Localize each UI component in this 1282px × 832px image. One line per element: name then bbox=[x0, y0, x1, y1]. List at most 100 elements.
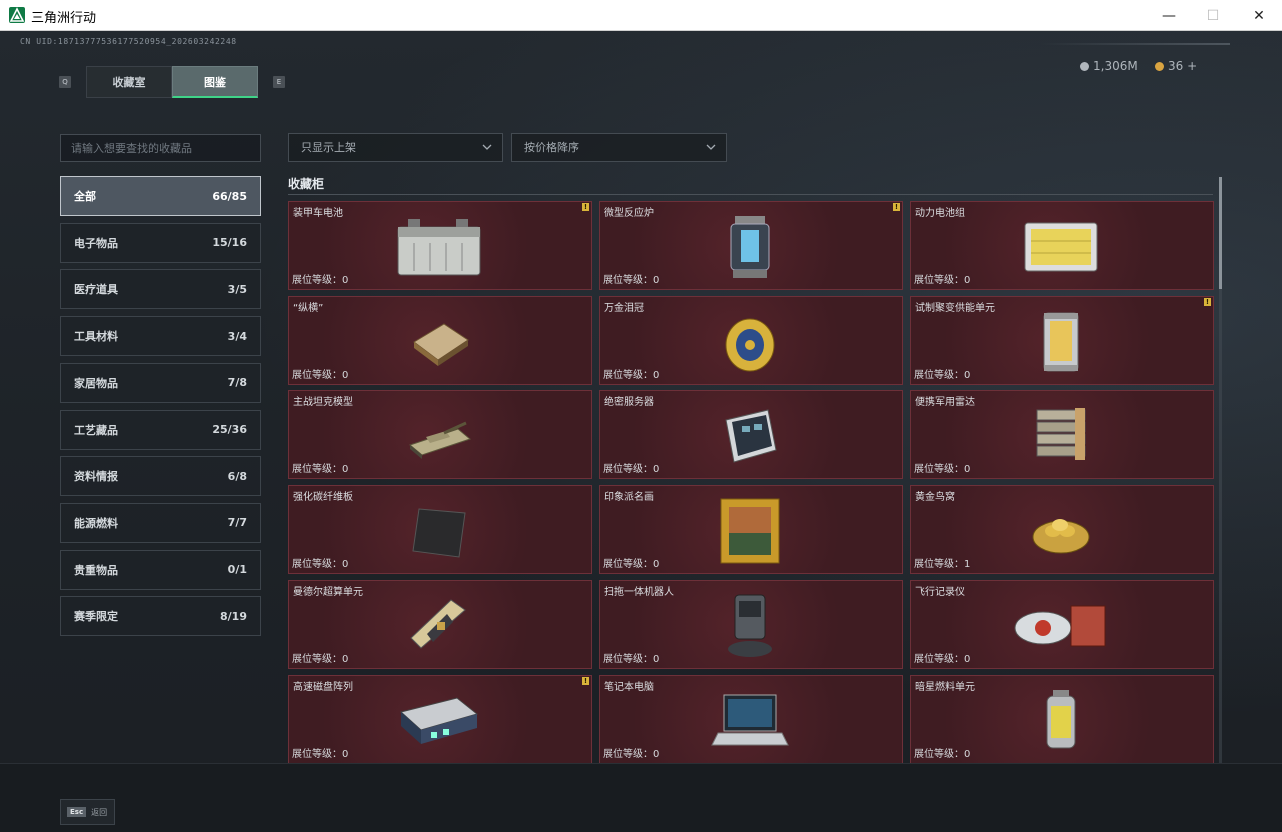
item-level: 展位等级：0 bbox=[603, 650, 659, 665]
item-level: 展位等级：1 bbox=[914, 555, 970, 570]
collection-item-card[interactable]: 暗星燃料单元 展位等级：0 bbox=[910, 674, 1214, 764]
category-item[interactable]: 工艺藏品 25/36 bbox=[60, 409, 261, 450]
laptop-icon bbox=[700, 684, 800, 758]
item-name: 飞行记录仪 bbox=[915, 586, 965, 598]
player-uid: CN UID:18713777536177520954_202603242248 bbox=[20, 37, 237, 46]
collection-item-card[interactable]: 微型反应炉展位等级：0! bbox=[599, 201, 903, 290]
collection-item-card[interactable]: 黄金鸟窝展位等级：1 bbox=[910, 485, 1214, 575]
category-label: 工具材料 bbox=[74, 330, 118, 344]
display-filter-dropdown[interactable]: 只显示上架 bbox=[288, 133, 503, 162]
disk-array-icon bbox=[389, 684, 489, 758]
level-value: 0 bbox=[964, 369, 971, 381]
alert-badge-icon: ! bbox=[582, 203, 589, 211]
collection-item-card[interactable]: 扫拖一体机器人 展位等级：0 bbox=[599, 579, 903, 669]
item-name: 笔记本电脑 bbox=[604, 681, 654, 693]
item-level: 展位等级：0 bbox=[914, 650, 970, 665]
app-logo-icon bbox=[9, 7, 25, 23]
maximize-button[interactable]: ☐ bbox=[1190, 0, 1236, 31]
category-count: 3/5 bbox=[227, 282, 247, 296]
category-count: 66/85 bbox=[212, 189, 247, 203]
level-value: 0 bbox=[342, 559, 349, 571]
item-level: 展位等级：0 bbox=[292, 271, 348, 286]
category-item[interactable]: 全部 66/85 bbox=[60, 176, 261, 216]
close-button[interactable]: ✕ bbox=[1236, 0, 1282, 31]
category-item[interactable]: 赛季限定 8/19 bbox=[60, 596, 261, 637]
search-input[interactable] bbox=[60, 134, 261, 162]
category-count: 8/19 bbox=[220, 609, 247, 623]
item-name: 动力电池组 bbox=[915, 208, 965, 219]
level-value: 0 bbox=[964, 275, 971, 286]
tab-catalog[interactable]: 图鉴 bbox=[172, 66, 258, 98]
level-value: 1 bbox=[964, 559, 971, 571]
painting-icon bbox=[700, 494, 800, 568]
gold-amount: 36 + bbox=[1168, 59, 1198, 73]
level-prefix: 展位等级： bbox=[603, 559, 653, 571]
level-value: 0 bbox=[342, 464, 349, 476]
tab-collection-room[interactable]: 收藏室 bbox=[86, 66, 172, 98]
collection-item-card[interactable]: 曼德尔超算单元 展位等级：0 bbox=[288, 579, 592, 669]
collection-item-card[interactable]: 试制聚变供能单元 展位等级：0! bbox=[910, 295, 1214, 385]
item-level: 展位等级：0 bbox=[292, 650, 348, 665]
alert-badge-icon: ! bbox=[1204, 297, 1211, 306]
item-level: 展位等级：0 bbox=[292, 366, 348, 381]
collection-item-card[interactable]: 高速磁盘阵列 展位等级：0! bbox=[288, 674, 592, 764]
category-item[interactable]: 能源燃料 7/7 bbox=[60, 502, 261, 543]
item-name: “纵横” bbox=[293, 302, 324, 314]
fusion-cell-icon bbox=[1011, 305, 1111, 379]
jeweled-egg-icon bbox=[700, 305, 800, 379]
category-item[interactable]: 电子物品 15/16 bbox=[60, 222, 261, 263]
level-prefix: 展位等级： bbox=[603, 369, 653, 381]
category-label: 电子物品 bbox=[74, 236, 118, 250]
collection-item-card[interactable]: 动力电池组 展位等级：0 bbox=[910, 201, 1214, 290]
q-key-hint: Q bbox=[59, 76, 71, 88]
back-button[interactable]: Esc 返回 bbox=[60, 799, 115, 825]
collection-item-card[interactable]: 强化碳纤维板 展位等级：0 bbox=[288, 485, 592, 575]
collection-item-card[interactable]: 印象派名画展位等级：0 bbox=[599, 485, 903, 575]
gold-currency[interactable]: 36 + bbox=[1155, 59, 1197, 73]
silver-coin-icon bbox=[1080, 61, 1089, 71]
window-titlebar: 三角洲行动 — ☐ ✕ bbox=[0, 0, 1282, 31]
category-item[interactable]: 家居物品 7/8 bbox=[60, 362, 261, 403]
collection-item-card[interactable]: 飞行记录仪展位等级：0 bbox=[910, 579, 1214, 669]
item-name: 黄金鸟窝 bbox=[915, 492, 955, 504]
item-name: 印象派名画 bbox=[604, 492, 654, 504]
collection-item-card[interactable]: 主战坦克模型 展位等级：0 bbox=[288, 390, 592, 480]
category-item[interactable]: 贵重物品 0/1 bbox=[60, 549, 261, 590]
minimize-button[interactable]: — bbox=[1146, 0, 1192, 31]
category-item[interactable]: 医疗道具 3/5 bbox=[60, 269, 261, 310]
item-level: 展位等级：0 bbox=[603, 555, 659, 570]
category-item[interactable]: 工具材料 3/4 bbox=[60, 316, 261, 357]
gold-coin-icon bbox=[1155, 61, 1164, 71]
category-item[interactable]: 资料情报 6/8 bbox=[60, 456, 261, 497]
level-value: 0 bbox=[653, 275, 660, 286]
collection-item-card[interactable]: 便携军用雷达 展位等级：0 bbox=[910, 390, 1214, 480]
item-name: 微型反应炉 bbox=[604, 208, 654, 219]
collection-item-card[interactable]: 装甲车电池展位等级：0! bbox=[288, 201, 592, 290]
item-name: 便携军用雷达 bbox=[915, 397, 975, 409]
level-prefix: 展位等级： bbox=[603, 275, 653, 286]
carbon-plate-icon bbox=[389, 494, 489, 568]
collection-item-card[interactable]: “纵横” 展位等级：0 bbox=[288, 295, 592, 385]
category-label: 资料情报 bbox=[74, 470, 118, 484]
level-prefix: 展位等级： bbox=[292, 559, 342, 571]
sort-dropdown[interactable]: 按价格降序 bbox=[511, 133, 727, 162]
collection-item-card[interactable]: 万金泪冠 展位等级：0 bbox=[599, 295, 903, 385]
category-count: 3/4 bbox=[227, 329, 247, 343]
item-name: 扫拖一体机器人 bbox=[604, 586, 674, 598]
level-prefix: 展位等级： bbox=[292, 369, 342, 381]
level-prefix: 展位等级： bbox=[292, 748, 342, 760]
category-count: 6/8 bbox=[227, 469, 247, 483]
alert-badge-icon: ! bbox=[893, 203, 900, 211]
silver-currency: 1,306M bbox=[1080, 59, 1138, 73]
section-title: 收藏柜 bbox=[288, 177, 325, 191]
level-value: 0 bbox=[653, 464, 660, 476]
level-prefix: 展位等级： bbox=[292, 653, 342, 665]
item-name: 装甲车电池 bbox=[293, 208, 343, 219]
collection-item-card[interactable]: 笔记本电脑 展位等级：0 bbox=[599, 674, 903, 764]
collection-item-card[interactable]: 绝密服务器 展位等级：0 bbox=[599, 390, 903, 480]
window-title: 三角洲行动 bbox=[31, 11, 97, 26]
scrollbar-thumb[interactable] bbox=[1219, 177, 1222, 289]
level-value: 0 bbox=[342, 275, 349, 286]
chevron-down-icon bbox=[706, 144, 716, 150]
chevron-down-icon bbox=[482, 144, 492, 150]
